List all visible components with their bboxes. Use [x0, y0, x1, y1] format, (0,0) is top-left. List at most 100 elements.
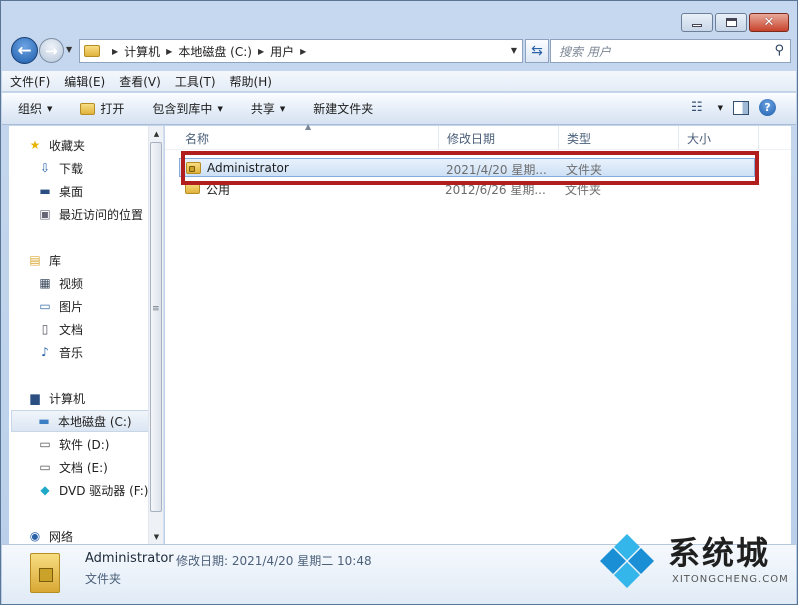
chevron-right-icon[interactable]: ▶	[300, 47, 306, 56]
open-folder-icon	[80, 102, 96, 115]
picture-icon: ▭	[39, 299, 51, 313]
nav-pictures[interactable]: ▭ 图片	[37, 295, 163, 317]
organize-button[interactable]: 组织 ▼	[18, 100, 52, 117]
file-list: ▲ 名称 修改日期 类型 大小 Administrator 2021/4/20 …	[165, 122, 791, 544]
organize-label: 组织	[18, 102, 43, 116]
nav-label: 音乐	[59, 345, 84, 360]
close-icon: ✕	[763, 15, 775, 30]
nav-label: 本地磁盘 (C:)	[58, 414, 132, 429]
menu-view[interactable]: 查看(V)	[119, 73, 161, 90]
download-folder-icon: ⇩	[39, 161, 51, 175]
computer-icon: ▆	[30, 391, 40, 405]
view-controls: ☷ ▼ ?	[691, 99, 776, 116]
breadcrumb-computer[interactable]: 计算机	[124, 43, 160, 60]
chevron-right-icon[interactable]: ▶	[166, 47, 172, 56]
open-label: 打开	[100, 102, 125, 116]
scroll-down-icon[interactable]: ▼	[149, 529, 163, 544]
details-type: 文件夹	[85, 572, 122, 586]
watermark-subtext: XITONGCHENG.COM	[672, 574, 789, 585]
highlight-box	[181, 151, 759, 185]
nav-label: 最近访问的位置	[59, 207, 144, 222]
nav-drive-f[interactable]: ◆ DVD 驱动器 (F:)	[37, 479, 163, 501]
scroll-thumb[interactable]	[150, 142, 162, 512]
nav-favorites[interactable]: ★ 收藏夹	[27, 134, 163, 156]
library-icon: ▤	[29, 253, 41, 267]
nav-drive-c[interactable]: ▬ 本地磁盘 (C:)	[11, 410, 149, 432]
forward-button[interactable]: →	[39, 38, 64, 63]
network-icon: ◉	[29, 529, 41, 543]
close-button[interactable]: ✕	[749, 13, 789, 32]
menu-tools[interactable]: 工具(T)	[175, 73, 216, 90]
breadcrumb-drive-c[interactable]: 本地磁盘 (C:)	[178, 43, 252, 60]
menu-bar: 文件(F) 编辑(E) 查看(V) 工具(T) 帮助(H)	[2, 71, 796, 92]
open-button[interactable]: 打开	[80, 100, 124, 117]
nav-recent-places[interactable]: ▣ 最近访问的位置	[37, 203, 163, 225]
nav-label: 文档 (E:)	[59, 460, 108, 475]
search-input[interactable]: 搜索 用户 ⚲	[550, 39, 791, 63]
breadcrumb-users[interactable]: 用户	[270, 43, 294, 60]
back-button[interactable]: ←	[11, 37, 38, 64]
video-icon: ▦	[39, 276, 51, 290]
include-in-library-button[interactable]: 包含到库中 ▼	[152, 100, 222, 117]
nav-label: 下载	[59, 161, 84, 176]
column-modified[interactable]: 修改日期	[439, 126, 559, 150]
new-folder-button[interactable]: 新建文件夹	[313, 100, 373, 117]
address-dropdown-icon[interactable]: ▼	[511, 46, 517, 55]
chevron-down-icon: ▼	[279, 104, 286, 113]
column-size[interactable]: 大小	[679, 126, 759, 150]
nav-drive-d[interactable]: ▭ 软件 (D:)	[37, 433, 163, 455]
nav-label: 收藏夹	[49, 138, 86, 153]
desktop-icon: ▬	[39, 184, 51, 198]
dvd-drive-icon: ◆	[40, 483, 50, 497]
column-type[interactable]: 类型	[559, 126, 679, 150]
address-row: ← → ▼ ▶ 计算机 ▶ 本地磁盘 (C:) ▶ 用户 ▶ ▼ ⇆ 搜索 用户…	[9, 37, 791, 65]
scroll-up-icon[interactable]: ▲	[149, 126, 163, 141]
chevron-right-icon[interactable]: ▶	[112, 47, 118, 56]
menu-file[interactable]: 文件(F)	[10, 73, 50, 90]
nav-computer[interactable]: ▆ 计算机	[27, 387, 163, 409]
drive-icon: ▭	[39, 437, 51, 451]
command-bar: 组织 ▼ 打开 包含到库中 ▼ 共享 ▼ 新建文件夹 ☷ ▼ ?	[2, 93, 796, 125]
recent-pages-dropdown[interactable]: ▼	[66, 45, 72, 54]
nav-network[interactable]: ◉ 网络	[27, 525, 163, 544]
watermark-text: 系统城	[668, 534, 771, 572]
view-dropdown[interactable]: ▼	[713, 104, 723, 112]
share-button[interactable]: 共享 ▼	[251, 100, 285, 117]
nav-music[interactable]: ♪ 音乐	[37, 341, 163, 363]
column-headers: ▲ 名称 修改日期 类型 大小	[165, 122, 791, 150]
help-icon[interactable]: ?	[759, 99, 776, 116]
column-name[interactable]: 名称	[177, 126, 439, 150]
search-placeholder: 搜索 用户	[559, 44, 611, 59]
nav-downloads[interactable]: ⇩ 下载	[37, 157, 163, 179]
recent-places-icon: ▣	[39, 207, 51, 221]
address-bar[interactable]: ▶ 计算机 ▶ 本地磁盘 (C:) ▶ 用户 ▶ ▼	[79, 39, 523, 63]
nav-documents[interactable]: ▯ 文档	[37, 318, 163, 340]
nav-drive-e[interactable]: ▭ 文档 (E:)	[37, 456, 163, 478]
include-label: 包含到库中	[152, 102, 213, 116]
nav-label: 软件 (D:)	[59, 437, 110, 452]
folder-icon	[84, 45, 100, 57]
nav-libraries[interactable]: ▤ 库	[27, 249, 163, 271]
change-view-icon[interactable]: ☷	[691, 100, 703, 115]
menu-help[interactable]: 帮助(H)	[230, 73, 272, 90]
preview-pane-icon[interactable]	[733, 100, 749, 115]
search-icon[interactable]: ⚲	[774, 43, 784, 58]
nav-label: 视频	[59, 276, 84, 291]
nav-videos[interactable]: ▦ 视频	[37, 272, 163, 294]
minimize-icon	[692, 23, 702, 27]
nav-scrollbar[interactable]: ▲ ≡ ▼	[148, 126, 163, 544]
details-modified: 修改日期: 2021/4/20 星期二 10:48	[176, 554, 372, 568]
maximize-button[interactable]	[715, 13, 747, 32]
refresh-button[interactable]: ⇆	[525, 39, 549, 63]
navigation-pane: ★ 收藏夹 ⇩ 下载 ▬ 桌面 ▣ 最近访问的位置 ▤ 库 ▦ 视频 ▭ 图片 ▯ 文档 ♪ 音乐…	[9, 126, 164, 544]
user-folder-icon	[30, 553, 60, 593]
chevron-down-icon: ▼	[217, 104, 223, 113]
chevron-right-icon[interactable]: ▶	[258, 47, 264, 56]
menu-edit[interactable]: 编辑(E)	[64, 73, 105, 90]
column-label: 修改日期	[447, 131, 496, 146]
share-label: 共享	[250, 102, 275, 116]
drive-icon: ▭	[39, 460, 51, 474]
minimize-button[interactable]	[681, 13, 713, 32]
nav-desktop[interactable]: ▬ 桌面	[37, 180, 163, 202]
nav-label: DVD 驱动器 (F:)	[59, 483, 149, 498]
